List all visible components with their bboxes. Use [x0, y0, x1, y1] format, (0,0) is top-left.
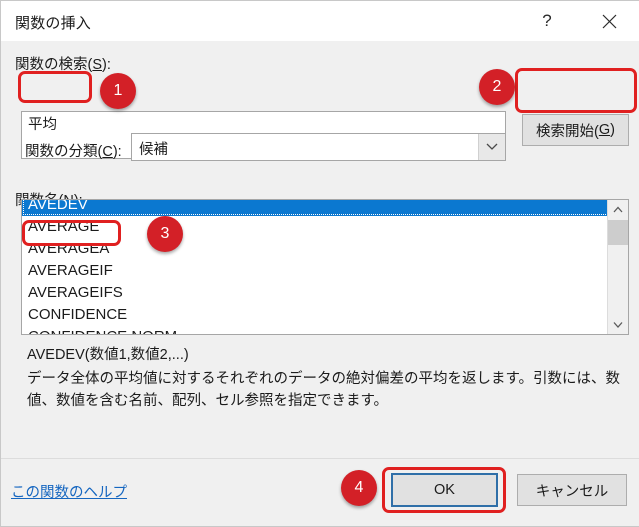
category-combobox[interactable]: 候補: [131, 133, 506, 161]
chevron-down-icon[interactable]: [478, 134, 505, 160]
cancel-button[interactable]: キャンセル: [517, 474, 627, 506]
function-list-item[interactable]: AVERAGE: [22, 216, 609, 238]
function-syntax: AVEDEV(数値1,数値2,...): [27, 347, 189, 363]
search-label: 関数の検索(S):: [15, 57, 111, 73]
dialog-title: 関数の挿入: [15, 15, 92, 32]
close-button[interactable]: [586, 1, 632, 41]
function-list-item[interactable]: AVERAGEA: [22, 238, 609, 260]
function-list: AVEDEV AVERAGE AVERAGEA AVERAGEIF AVERAGEIFS…: [22, 200, 609, 334]
function-name-listbox[interactable]: AVEDEV AVERAGE AVERAGEA AVERAGEIF AVERAGEIFS…: [21, 199, 629, 335]
chevron-down-icon[interactable]: [608, 315, 628, 334]
function-help-link[interactable]: この関数のヘルプ: [11, 481, 127, 502]
question-mark-icon: ?: [542, 11, 552, 30]
listbox-scrollbar[interactable]: [607, 200, 628, 334]
function-list-item[interactable]: AVERAGEIF: [22, 260, 609, 282]
ok-button[interactable]: OK: [391, 473, 498, 507]
insert-function-dialog: 関数の挿入 ? 関数の検索(S): 平均 検索開始(G) 関数の分類(C): 候…: [0, 0, 639, 527]
function-list-item[interactable]: CONFIDENCE.NORM: [22, 326, 609, 334]
category-label: 関数の分類(C):: [25, 144, 122, 160]
scrollbar-thumb[interactable]: [608, 220, 628, 245]
function-list-item[interactable]: AVERAGEIFS: [22, 282, 609, 304]
search-start-button[interactable]: 検索開始(G): [522, 114, 629, 146]
category-selected-value: 候補: [139, 142, 168, 158]
dialog-content: 関数の検索(S): 平均 検索開始(G) 関数の分類(C): 候補 関数名(N)…: [1, 41, 639, 461]
close-icon: [602, 14, 617, 29]
function-list-item[interactable]: AVEDEV: [22, 200, 609, 216]
dialog-footer: この関数のヘルプ OK キャンセル: [1, 458, 639, 526]
function-description: データ全体の平均値に対するそれぞれのデータの絶対偏差の平均を返します。引数には、…: [27, 371, 621, 409]
chevron-up-icon[interactable]: [608, 200, 628, 219]
function-list-item[interactable]: CONFIDENCE: [22, 304, 609, 326]
title-bar: 関数の挿入 ?: [1, 1, 639, 42]
help-button[interactable]: ?: [524, 1, 570, 41]
